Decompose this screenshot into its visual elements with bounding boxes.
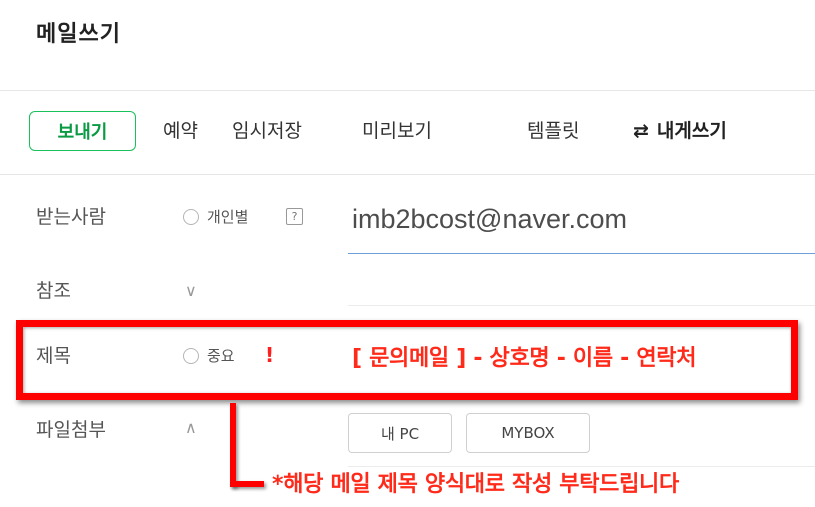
important-label: 중요 bbox=[207, 347, 235, 365]
cc-input-underline bbox=[348, 305, 815, 306]
annotation-note: *해당 메일 제목 양식대로 작성 부탁드립니다 bbox=[272, 472, 679, 497]
exclamation-icon: ! bbox=[265, 343, 275, 367]
save-draft-button[interactable]: 임시저장 bbox=[232, 117, 302, 145]
annotation-arrow-vertical bbox=[230, 403, 236, 487]
top-divider bbox=[0, 90, 815, 91]
toolbar-divider bbox=[0, 174, 815, 175]
cc-label: 참조 bbox=[36, 280, 71, 302]
swap-arrows-icon: ⇄ bbox=[633, 120, 649, 142]
annotation-arrow-horizontal bbox=[230, 481, 264, 487]
subject-input[interactable]: [ 문의메일 ] - 상호명 - 이름 - 연락처 bbox=[352, 340, 696, 372]
reserve-button[interactable]: 예약 bbox=[163, 117, 198, 145]
write-to-self-button[interactable]: ⇄ 내게쓰기 bbox=[633, 117, 727, 145]
send-button[interactable]: 보내기 bbox=[29, 111, 136, 151]
chevron-up-icon[interactable]: ∧ bbox=[185, 418, 197, 438]
recipient-label: 받는사람 bbox=[36, 206, 106, 228]
mybox-button[interactable]: MYBOX bbox=[466, 413, 590, 453]
template-button[interactable]: 템플릿 bbox=[527, 117, 579, 145]
help-icon[interactable]: ? bbox=[286, 208, 303, 225]
write-to-self-label: 내게쓰기 bbox=[656, 120, 727, 142]
page-title: 메일쓰기 bbox=[36, 22, 121, 47]
important-checkbox[interactable] bbox=[183, 348, 199, 364]
recipient-address[interactable]: imb2bcost@naver.com bbox=[352, 204, 627, 235]
individual-label: 개인별 bbox=[207, 208, 249, 226]
individual-checkbox[interactable] bbox=[183, 209, 199, 225]
subject-label: 제목 bbox=[36, 345, 71, 367]
recipient-input-underline bbox=[348, 253, 815, 254]
chevron-down-icon[interactable]: ∨ bbox=[185, 281, 197, 301]
preview-button[interactable]: 미리보기 bbox=[362, 117, 432, 145]
attachment-label: 파일첨부 bbox=[36, 419, 106, 441]
my-pc-button[interactable]: 내 PC bbox=[348, 413, 452, 453]
